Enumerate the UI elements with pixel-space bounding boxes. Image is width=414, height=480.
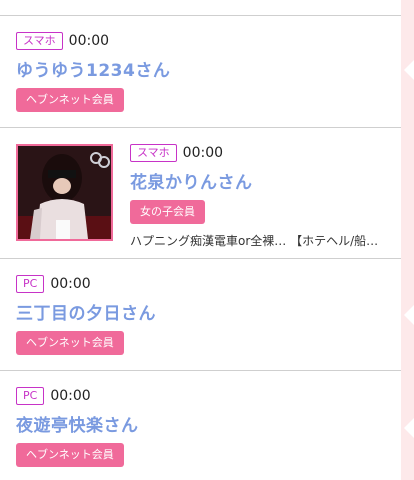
member-type-badge: ヘブンネット会員 — [16, 88, 124, 112]
device-badge: PC — [16, 275, 45, 293]
divider — [0, 258, 401, 259]
list-item[interactable]: スマホ 00:00 花泉かりんさん 女の子会員 ハプニング痴漢電車or全裸… 【… — [130, 144, 392, 249]
shop-comment: ハプニング痴漢電車or全裸… 【ホテヘル/船… — [130, 234, 379, 248]
divider — [0, 15, 401, 16]
user-name-link[interactable]: 花泉かりんさん — [130, 168, 392, 193]
member-type-badge: 女の子会員 — [130, 200, 205, 224]
member-type-badge: ヘブンネット会員 — [16, 443, 124, 467]
list-item[interactable]: PC 00:00 三丁目の夕日さん ヘブンネット会員 — [16, 275, 156, 355]
visit-time: 00:00 — [50, 388, 91, 404]
device-badge: スマホ — [16, 32, 63, 50]
profile-thumbnail[interactable] — [16, 144, 113, 241]
entry-meta: スマホ 00:00 — [130, 144, 392, 162]
list-item[interactable]: PC 00:00 夜遊亭快楽さん ヘブンネット会員 — [16, 387, 139, 467]
strip-notch — [404, 60, 414, 80]
device-badge: PC — [16, 387, 45, 405]
member-type-badge: ヘブンネット会員 — [16, 331, 124, 355]
visit-time: 00:00 — [182, 145, 224, 161]
device-badge: スマホ — [130, 144, 177, 162]
user-name-link[interactable]: 夜遊亭快楽さん — [16, 411, 139, 436]
user-name-link[interactable]: ゆうゆう1234さん — [16, 56, 170, 81]
visit-time: 00:00 — [50, 276, 91, 292]
user-name-link[interactable]: 三丁目の夕日さん — [16, 299, 156, 324]
strip-notch — [404, 418, 414, 438]
visit-time: 00:00 — [68, 33, 110, 49]
divider — [0, 127, 401, 128]
entry-meta: PC 00:00 — [16, 275, 156, 293]
entry-meta: スマホ 00:00 — [16, 32, 170, 50]
divider — [0, 370, 401, 371]
right-side-strip — [401, 0, 414, 480]
list-item[interactable]: スマホ 00:00 ゆうゆう1234さん ヘブンネット会員 — [16, 32, 170, 112]
strip-notch — [404, 305, 414, 325]
entry-meta: PC 00:00 — [16, 387, 139, 405]
